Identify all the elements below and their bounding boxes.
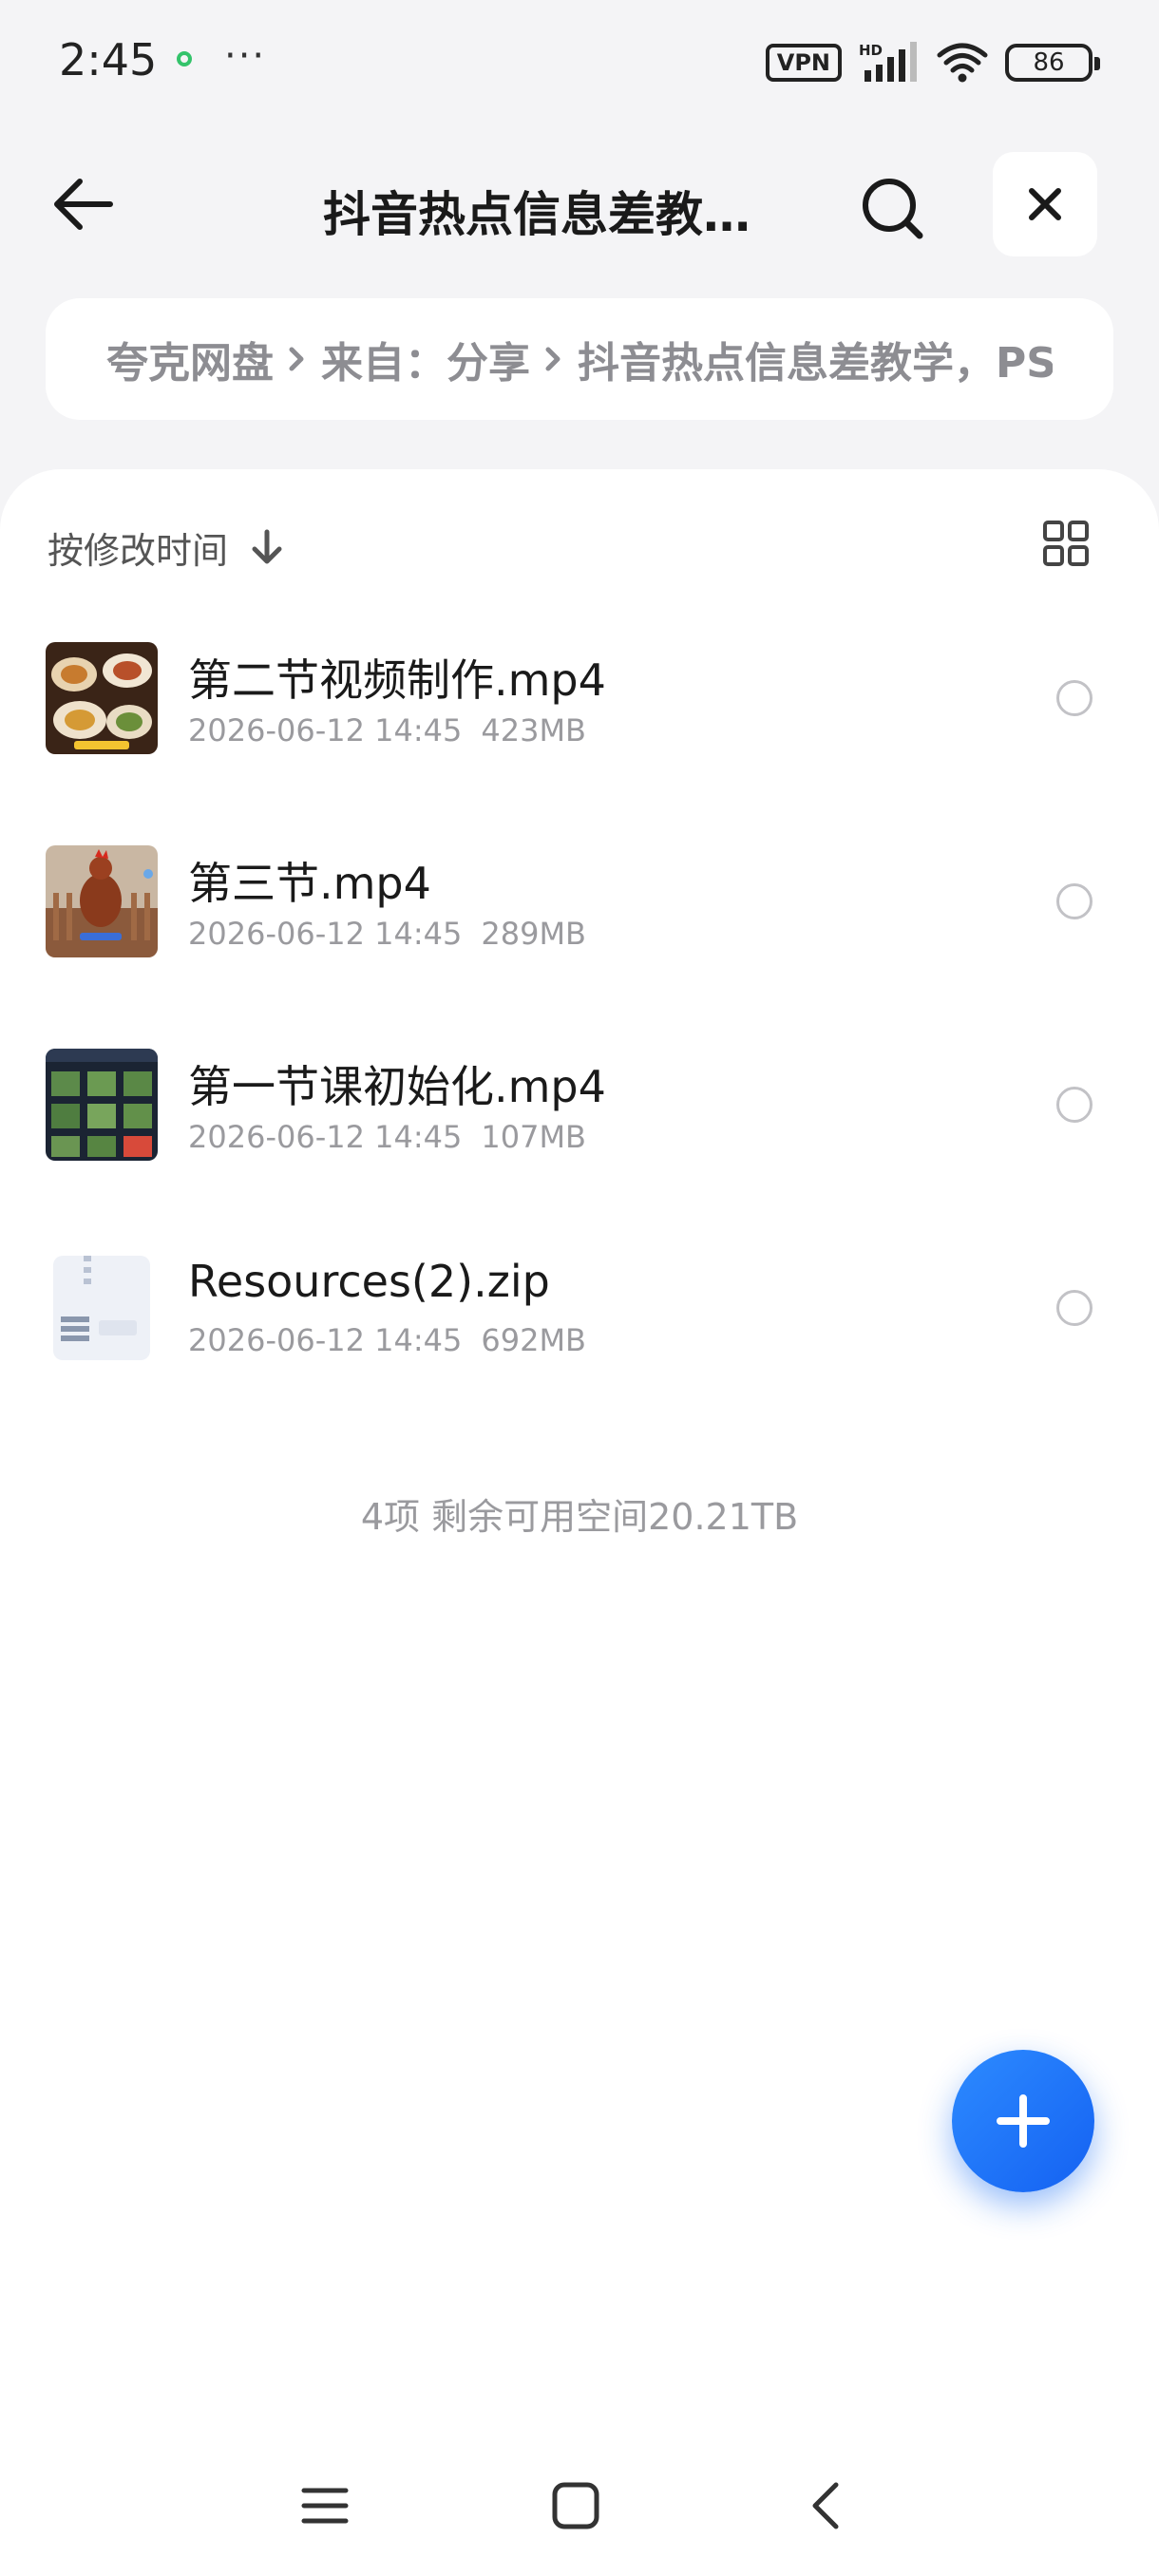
file-size: 107MB [481, 1119, 586, 1155]
close-icon [1029, 188, 1061, 220]
page-title: 抖音热点信息差教学，PS... [323, 187, 779, 242]
file-list-panel: 按修改时间 第二节视频制作.mp4 2026-06-12 14:45 423MB… [0, 469, 1159, 2576]
add-button[interactable] [952, 2050, 1094, 2192]
video-thumbnail-food [46, 642, 158, 754]
file-meta: 2026-06-12 14:45 692MB [188, 1322, 586, 1358]
home-button[interactable] [547, 2477, 604, 2534]
file-name: Resources(2).zip [188, 1256, 550, 1307]
file-date: 2026-06-12 14:45 [188, 712, 463, 748]
breadcrumb-item-root[interactable]: 夸克网盘 [106, 329, 274, 389]
system-back-button[interactable] [798, 2477, 855, 2534]
back-icon [812, 2482, 839, 2529]
recent-apps-button[interactable] [296, 2477, 353, 2534]
file-date: 2026-06-12 14:45 [188, 1322, 463, 1358]
file-name: 第二节视频制作.mp4 [188, 654, 606, 706]
breadcrumb-item-share[interactable]: 来自：分享 [321, 329, 530, 389]
video-thumbnail-grid [46, 1049, 158, 1161]
file-size: 692MB [481, 1322, 586, 1358]
battery-icon: 86 [1005, 44, 1100, 82]
close-button[interactable] [993, 152, 1097, 256]
file-name: 第三节.mp4 [188, 858, 431, 909]
file-meta: 2026-06-12 14:45 289MB [188, 916, 586, 952]
file-name: 第一节课初始化.mp4 [188, 1061, 606, 1112]
status-bar: 2:45 ··· VPN HD 86 [0, 0, 1159, 123]
breadcrumb-item-current[interactable]: 抖音热点信息差教学，PS [578, 329, 1053, 389]
sort-selector[interactable]: 按修改时间 [48, 519, 285, 576]
zip-file-icon [46, 1252, 158, 1364]
sort-label: 按修改时间 [48, 529, 229, 572]
arrow-left-icon [54, 179, 113, 230]
select-checkbox[interactable] [1056, 883, 1092, 919]
file-size: 289MB [481, 916, 586, 952]
video-thumbnail-rooster [46, 845, 158, 957]
breadcrumb: 夸克网盘 来自：分享 抖音热点信息差教学，PS [46, 298, 1113, 420]
plus-icon [997, 2094, 1050, 2148]
file-row[interactable]: 第三节.mp4 2026-06-12 14:45 289MB [0, 845, 1159, 1049]
grid-view-toggle[interactable] [1041, 519, 1091, 568]
network-type-label: HD [859, 42, 883, 59]
system-nav-bar [0, 2451, 1159, 2555]
select-checkbox[interactable] [1056, 1087, 1092, 1123]
grid-view-icon [1043, 521, 1089, 566]
select-checkbox[interactable] [1056, 1290, 1092, 1326]
status-time: 2:45 [59, 34, 158, 85]
chevron-right-icon [289, 347, 304, 371]
select-checkbox[interactable] [1056, 680, 1092, 716]
file-meta: 2026-06-12 14:45 423MB [188, 712, 586, 748]
home-icon [552, 2482, 599, 2529]
wifi-icon [937, 43, 988, 83]
file-meta: 2026-06-12 14:45 107MB [188, 1119, 586, 1155]
more-notifications-icon: ··· [224, 34, 267, 78]
file-size: 423MB [481, 712, 586, 748]
file-row[interactable]: Resources(2).zip 2026-06-12 14:45 692MB [0, 1252, 1159, 1455]
menu-icon [301, 2488, 349, 2524]
back-button[interactable] [46, 171, 122, 237]
vpn-icon: VPN [765, 44, 842, 82]
top-bar: 抖音热点信息差教学，PS... [0, 142, 1159, 266]
app-notification-icon [177, 51, 192, 66]
arrow-down-icon [252, 529, 282, 564]
file-list: 第二节视频制作.mp4 2026-06-12 14:45 423MB 第三节.m… [0, 642, 1159, 1455]
signal-icon: HD [859, 42, 917, 82]
file-date: 2026-06-12 14:45 [188, 916, 463, 952]
storage-summary: 4项 剩余可用空间20.21TB [360, 1496, 799, 1538]
search-button[interactable] [855, 171, 931, 247]
file-row[interactable]: 第一节课初始化.mp4 2026-06-12 14:45 107MB [0, 1049, 1159, 1252]
search-icon [863, 179, 923, 239]
file-date: 2026-06-12 14:45 [188, 1119, 463, 1155]
file-row[interactable]: 第二节视频制作.mp4 2026-06-12 14:45 423MB [0, 642, 1159, 845]
status-indicators: VPN HD 86 [765, 42, 1100, 84]
chevron-right-icon [545, 347, 560, 371]
